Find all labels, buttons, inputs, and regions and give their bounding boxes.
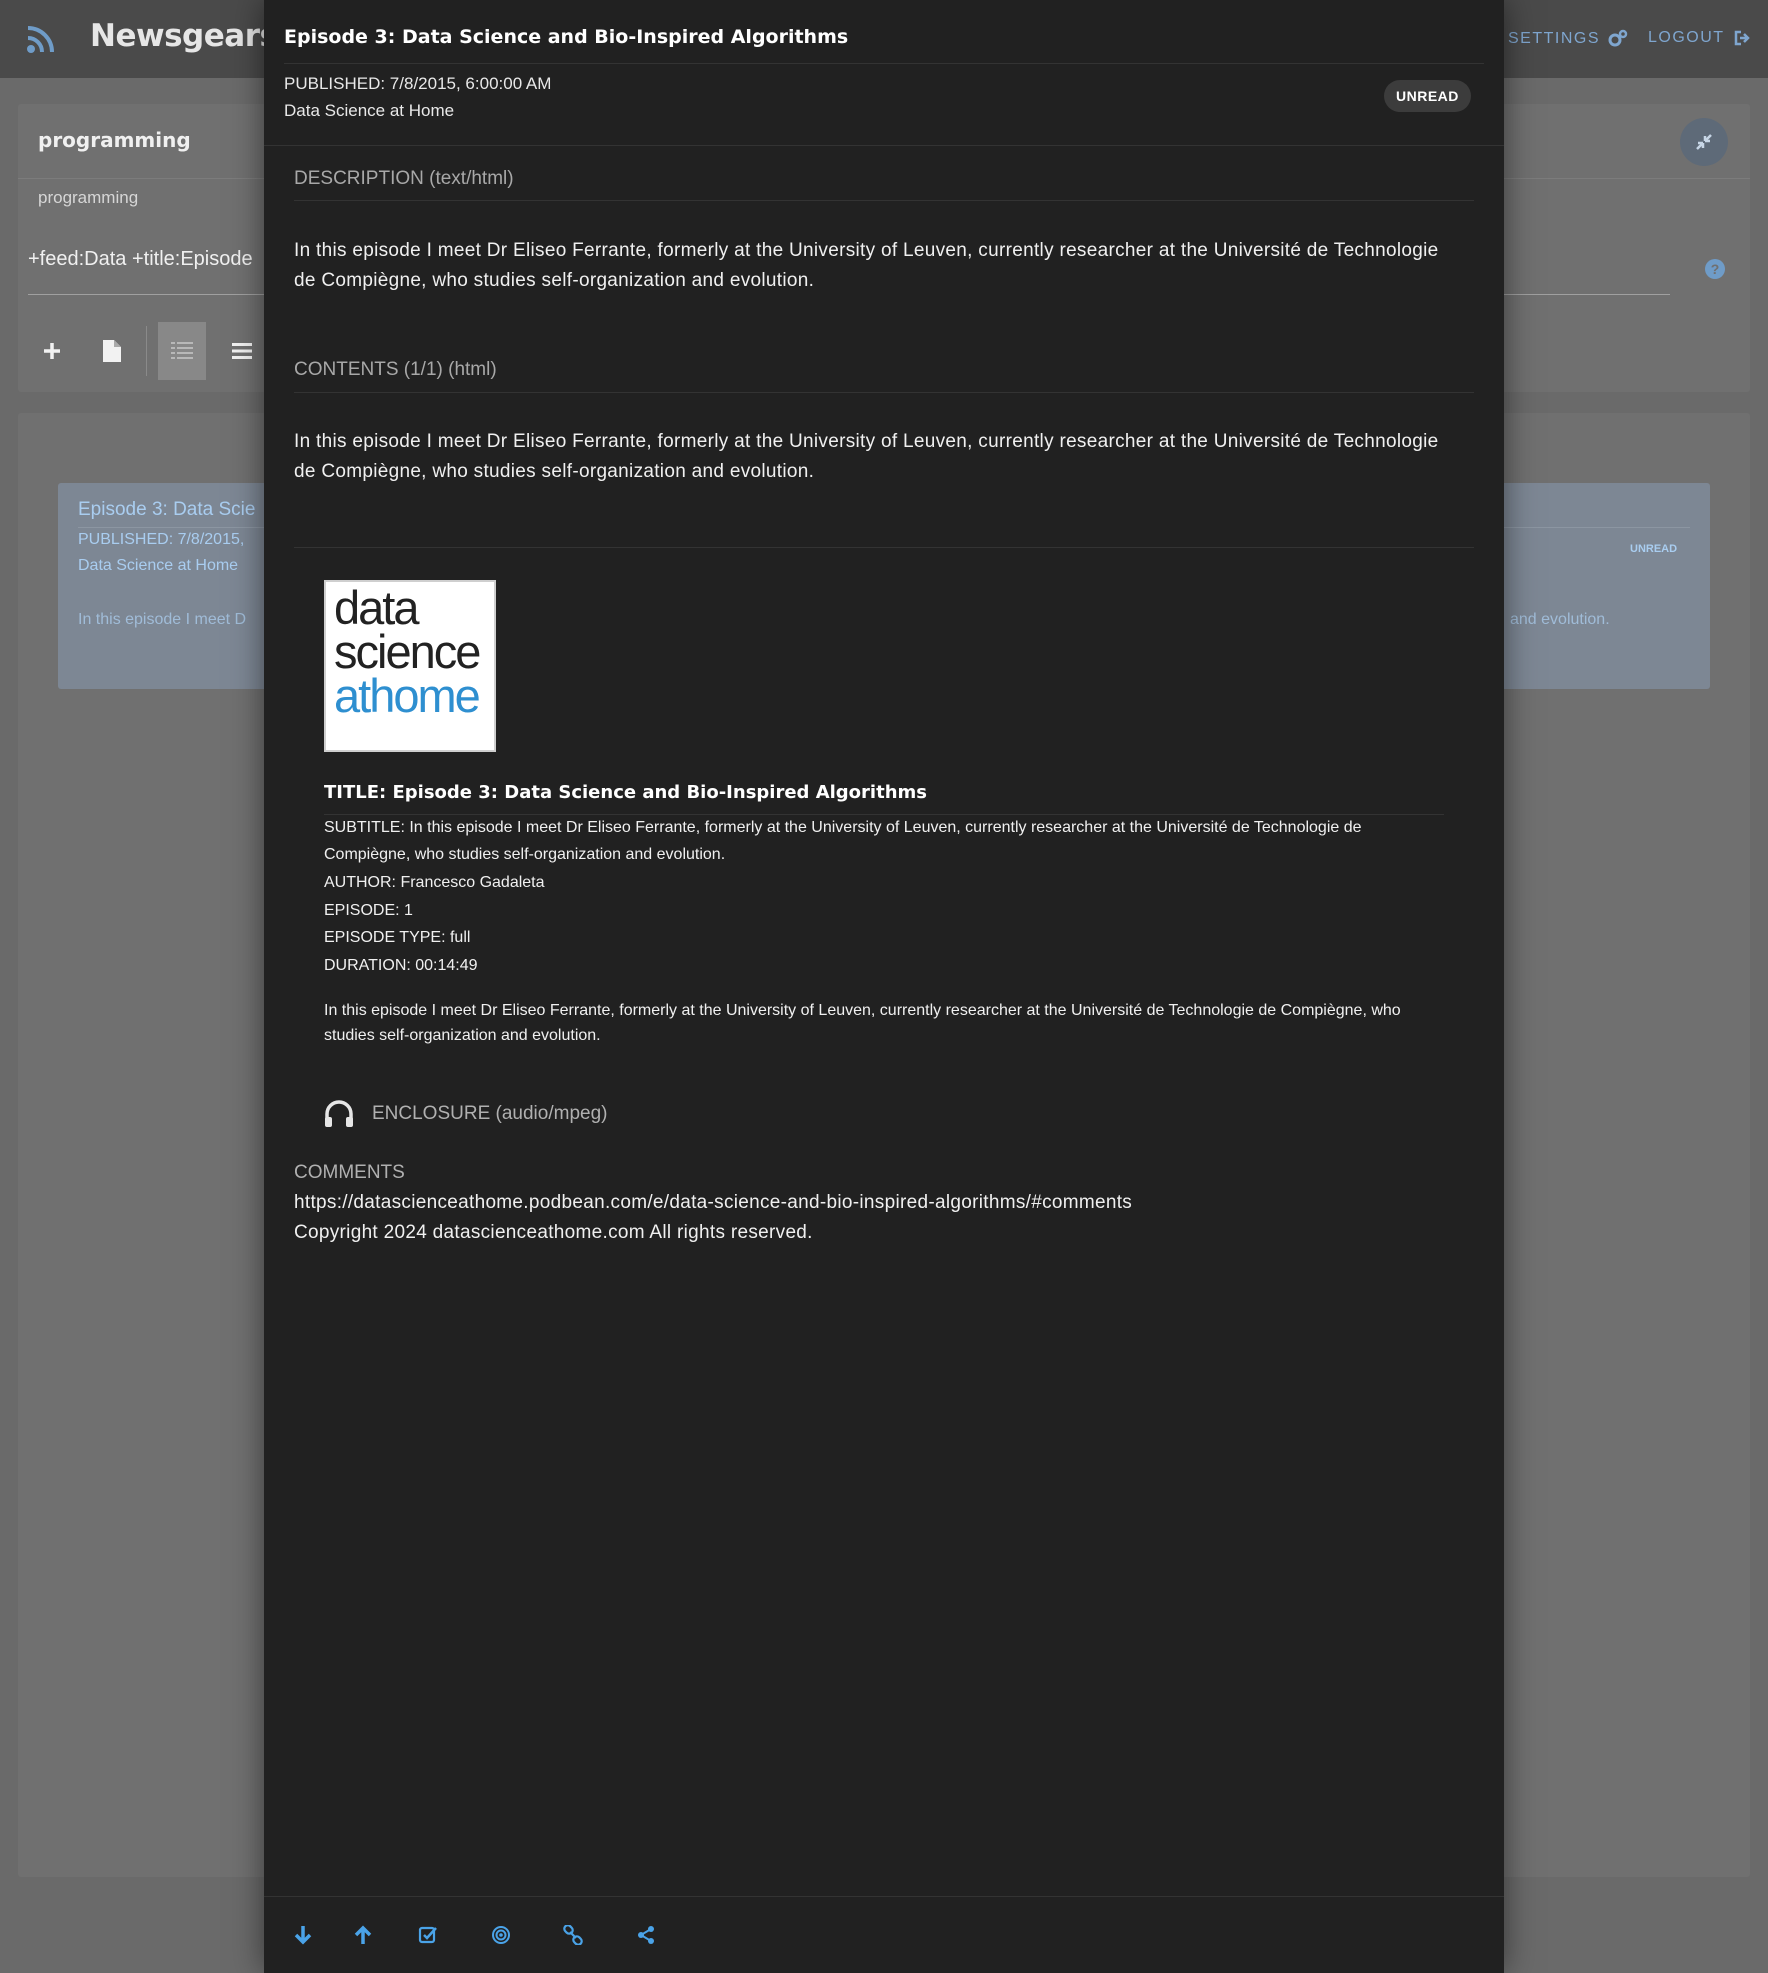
thumbnail-text-line1: data xyxy=(334,581,419,634)
modal-title: Episode 3: Data Science and Bio-Inspired… xyxy=(284,26,849,48)
share-icon xyxy=(638,1926,654,1944)
svg-text:?: ? xyxy=(1711,261,1720,277)
gears-icon xyxy=(1608,29,1628,47)
description-divider xyxy=(294,200,1474,201)
focus-button[interactable] xyxy=(485,1919,517,1951)
modal-feed-name: Data Science at Home xyxy=(284,101,455,120)
modal-footer xyxy=(264,1896,1504,1973)
toolbar-divider xyxy=(146,326,147,376)
contents-heading: CONTENTS (1/1) (html) xyxy=(294,359,497,380)
target-icon xyxy=(492,1926,510,1944)
settings-link[interactable]: SETTINGS xyxy=(1508,29,1628,49)
status-badge[interactable]: UNREAD xyxy=(1384,80,1471,112)
item-duration: DURATION: 00:14:49 xyxy=(324,957,478,974)
headphones-icon xyxy=(325,1100,353,1127)
enclosure-label: ENCLOSURE (audio/mpeg) xyxy=(372,1103,608,1124)
modal-header-divider xyxy=(284,63,1484,64)
item-detail-modal: Episode 3: Data Science and Bio-Inspired… xyxy=(264,0,1504,1973)
document-button[interactable] xyxy=(88,322,136,380)
file-icon xyxy=(103,340,121,362)
card-title[interactable]: Episode 3: Data Scie xyxy=(78,499,255,521)
item-episode-type: EPISODE TYPE: full xyxy=(324,929,471,946)
app-brand[interactable]: Newsgears xyxy=(90,18,278,54)
copyright-text: Copyright 2024 datascienceathome.com All… xyxy=(294,1222,813,1243)
share-button[interactable] xyxy=(630,1919,662,1951)
modal-header: Episode 3: Data Science and Bio-Inspired… xyxy=(264,0,1504,146)
compress-icon xyxy=(1696,134,1712,150)
add-button[interactable] xyxy=(28,322,76,380)
card-description-start: In this episode I meet D xyxy=(78,611,247,628)
search-query-input[interactable]: +feed:Data +title:Episode xyxy=(28,248,253,271)
panel-title: programming xyxy=(38,128,191,152)
contents-text: In this episode I meet Dr Eliseo Ferrant… xyxy=(294,431,1439,482)
arrow-up-icon xyxy=(354,1925,372,1944)
enclosure-link[interactable]: ENCLOSURE (audio/mpeg) xyxy=(324,1100,607,1128)
collapse-button[interactable] xyxy=(1680,118,1728,166)
list-detail-view-button[interactable] xyxy=(158,322,206,380)
next-item-button[interactable] xyxy=(287,1919,319,1951)
sign-out-icon xyxy=(1734,30,1750,46)
logout-label: LOGOUT xyxy=(1648,29,1725,46)
list-detail-icon xyxy=(171,342,193,359)
mark-read-button[interactable] xyxy=(412,1919,444,1951)
help-icon[interactable]: ? xyxy=(1704,258,1726,280)
card-published: PUBLISHED: 7/8/2015, xyxy=(78,531,245,548)
thumbnail-text-line2: science xyxy=(334,625,481,678)
rss-icon[interactable] xyxy=(26,24,56,54)
plus-icon xyxy=(44,343,60,359)
link-icon xyxy=(563,1925,583,1945)
description-text: In this episode I meet Dr Eliseo Ferrant… xyxy=(294,240,1439,291)
description-heading: DESCRIPTION (text/html) xyxy=(294,168,514,189)
logout-link[interactable]: LOGOUT xyxy=(1648,29,1751,47)
card-feed-link[interactable]: Data Science at Home xyxy=(78,557,238,575)
arrow-down-icon xyxy=(294,1926,312,1945)
modal-published: PUBLISHED: 7/8/2015, 6:00:00 AM xyxy=(284,74,552,93)
contents-divider xyxy=(294,392,1474,393)
card-description-end: and evolution. xyxy=(1510,611,1610,628)
check-square-icon xyxy=(418,1926,437,1944)
item-title: TITLE: Episode 3: Data Science and Bio-I… xyxy=(324,782,927,803)
panel-subtitle: programming xyxy=(38,188,139,207)
item-summary: In this episode I meet Dr Eliseo Ferrant… xyxy=(324,1002,1401,1044)
comments-url[interactable]: https://datascienceathome.podbean.com/e/… xyxy=(294,1192,1132,1214)
previous-item-button[interactable] xyxy=(347,1919,379,1951)
item-author: AUTHOR: Francesco Gadaleta xyxy=(324,874,545,891)
card-status-badge: UNREAD xyxy=(1630,543,1678,555)
podcast-thumbnail: data science athome xyxy=(324,580,496,752)
thumbnail-text-line3: athome xyxy=(334,669,481,722)
comments-heading: COMMENTS xyxy=(294,1162,405,1183)
settings-label: SETTINGS xyxy=(1508,30,1601,47)
contents-end-divider xyxy=(294,547,1474,548)
bars-icon xyxy=(232,343,252,359)
open-link-button[interactable] xyxy=(557,1919,589,1951)
list-view-button[interactable] xyxy=(218,322,266,380)
item-episode: EPISODE: 1 xyxy=(324,902,413,919)
item-subtitle: SUBTITLE: In this episode I meet Dr Elis… xyxy=(324,819,1362,863)
